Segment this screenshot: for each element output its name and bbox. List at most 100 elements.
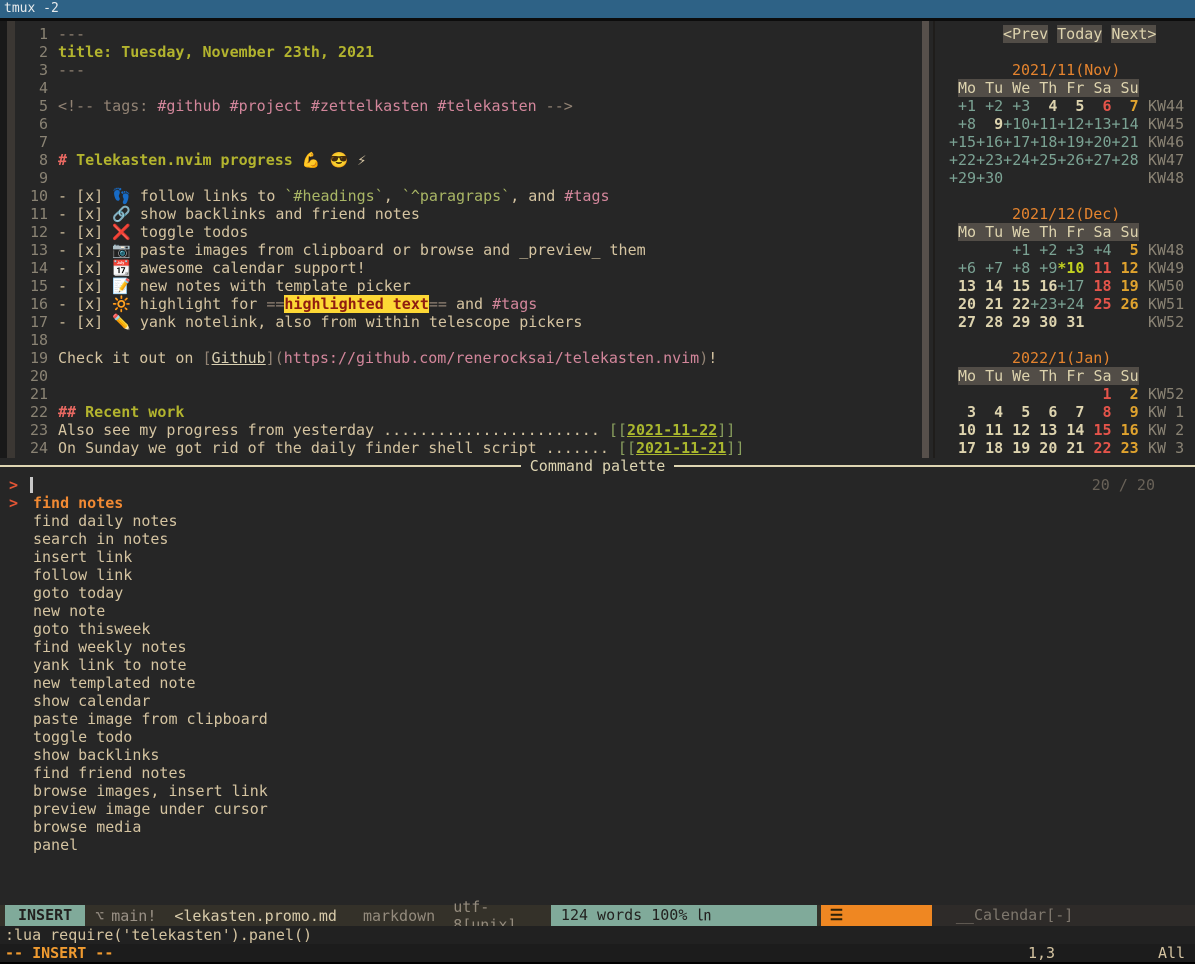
editor-line[interactable]: 12- [x] ❌ toggle todos bbox=[0, 223, 920, 241]
line-number: 4 bbox=[0, 79, 48, 97]
calendar-week-row[interactable]: 20 21 22+23+24 25 26KW51 bbox=[949, 295, 1195, 313]
editor-line[interactable]: 5<!-- tags: #github #project #zettelkast… bbox=[0, 97, 920, 115]
calendar-week-row[interactable]: 10 11 12 13 14 15 16KW 2 bbox=[949, 421, 1195, 439]
calendar-window-status: __Calendar[-] bbox=[932, 905, 1195, 926]
text-segment: ]] bbox=[717, 421, 735, 439]
prev-button[interactable]: <Prev bbox=[1003, 25, 1048, 43]
calendar-week-row[interactable]: +22+23+24+25+26+27+28KW47 bbox=[949, 151, 1195, 169]
editor-line[interactable]: 24On Sunday we got rid of the daily find… bbox=[0, 439, 920, 457]
palette-item[interactable]: preview image under cursor bbox=[33, 800, 1133, 818]
palette-item[interactable]: panel bbox=[33, 836, 1133, 854]
editor-line[interactable]: 4 bbox=[0, 79, 920, 97]
editor-line[interactable]: 10- [x] 👣 follow links to `#headings`, `… bbox=[0, 187, 920, 205]
text-segment bbox=[1084, 277, 1093, 295]
palette-prompt-row[interactable]: > 20 / 20 bbox=[0, 476, 1195, 494]
calendar-week-row[interactable]: 13 14 15 16+17 18 19KW50 bbox=[949, 277, 1195, 295]
text-segment: - [x] bbox=[58, 223, 112, 241]
palette-item[interactable]: yank link to note bbox=[33, 656, 1133, 674]
line-number: 8 bbox=[0, 151, 48, 169]
calendar-week-row[interactable]: +29+30KW48 bbox=[949, 169, 1195, 187]
emoji-icon: 🔆 bbox=[112, 295, 131, 313]
command-palette-border: Command palette bbox=[0, 458, 1195, 474]
editor-line[interactable]: 3--- bbox=[0, 61, 920, 79]
palette-item[interactable]: browse images, insert link bbox=[33, 782, 1133, 800]
text-segment: 9 bbox=[976, 115, 1003, 133]
calendar-week-row[interactable]: +15+16+17+18+19+20+21KW46 bbox=[949, 133, 1195, 151]
palette-item[interactable]: new templated note bbox=[33, 674, 1133, 692]
editor-line[interactable]: 1--- bbox=[0, 25, 920, 43]
editor-line[interactable]: 15- [x] 📝 new notes with template picker bbox=[0, 277, 920, 295]
editor-scrollbar[interactable] bbox=[922, 21, 929, 458]
editor-line[interactable]: 23Also see my progress from yesterday ..… bbox=[0, 421, 920, 439]
palette-item[interactable]: show backlinks bbox=[33, 746, 1133, 764]
calendar-week-row[interactable]: 27 28 29 30 31KW52 bbox=[949, 313, 1195, 331]
text-segment: , bbox=[384, 187, 402, 205]
text-segment: 6 bbox=[1084, 97, 1111, 115]
palette-item[interactable]: insert link bbox=[33, 548, 1133, 566]
line-text: title: Tuesday, November 23th, 2021 bbox=[58, 43, 374, 61]
prompt-caret-icon: > bbox=[9, 476, 18, 494]
palette-item[interactable]: toggle todo bbox=[33, 728, 1133, 746]
line-number: 16 bbox=[0, 295, 48, 313]
editor-line[interactable]: 9 bbox=[0, 169, 920, 187]
calendar-week-row[interactable]: 1 2KW52 bbox=[949, 385, 1195, 403]
text-segment: 19 bbox=[1121, 277, 1139, 295]
line-number: 22 bbox=[0, 403, 48, 421]
text-segment: +1 +2 +3 bbox=[949, 97, 1030, 115]
editor-line[interactable]: 8 # Telekasten.nvim progress 💪 😎 ⚡ bbox=[0, 151, 920, 169]
editor-line[interactable]: 7 bbox=[0, 133, 920, 151]
text-segment: 3 4 5 6 7 bbox=[949, 403, 1084, 421]
today-button[interactable]: Today bbox=[1057, 25, 1102, 43]
editor-line[interactable]: 19Check it out on [Github](https://githu… bbox=[0, 349, 920, 367]
editor-line[interactable]: 22## Recent work bbox=[0, 403, 920, 421]
editor-line[interactable]: 18 bbox=[0, 331, 920, 349]
editor-line[interactable]: 21 bbox=[0, 385, 920, 403]
palette-item[interactable]: find friend notes bbox=[33, 764, 1133, 782]
text-segment: highlighted text bbox=[284, 295, 429, 313]
text-segment: 8 bbox=[1084, 403, 1111, 421]
palette-item[interactable]: follow link bbox=[33, 566, 1133, 584]
palette-item[interactable]: search in notes bbox=[33, 530, 1133, 548]
text-segment: +8 bbox=[949, 115, 976, 133]
palette-item-selected[interactable]: > find notes bbox=[0, 494, 1195, 512]
palette-item[interactable]: new note bbox=[33, 602, 1133, 620]
text-segment: 4 5 bbox=[1030, 97, 1084, 115]
palette-item[interactable]: browse media bbox=[33, 818, 1133, 836]
palette-item[interactable]: find daily notes bbox=[33, 512, 1133, 530]
text-segment: 13 14 15 16 bbox=[949, 277, 1057, 295]
emoji-icon: 💪 😎 ⚡ bbox=[302, 151, 366, 169]
line-text: # Telekasten.nvim progress 💪 😎 ⚡ bbox=[58, 151, 366, 169]
text-segment: 15 bbox=[1084, 421, 1111, 439]
text-segment: Github bbox=[212, 349, 266, 367]
text-segment bbox=[302, 97, 311, 115]
calendar-week-row[interactable]: 17 18 19 20 21 22 23KW 3 bbox=[949, 439, 1195, 457]
palette-item[interactable]: show calendar bbox=[33, 692, 1133, 710]
calendar-week-row[interactable]: +6 +7 +8 +9*10 11 12KW49 bbox=[949, 259, 1195, 277]
text-segment: - [x] bbox=[58, 295, 112, 313]
calendar-week-row[interactable]: +1 +2 +3 +4 5KW48 bbox=[949, 241, 1195, 259]
editor-line[interactable]: 13- [x] 📷 paste images from clipboard or… bbox=[0, 241, 920, 259]
text-segment: 7 bbox=[1112, 97, 1139, 115]
palette-item[interactable]: goto today bbox=[33, 584, 1133, 602]
editor-line[interactable]: 11- [x] 🔗 show backlinks and friend note… bbox=[0, 205, 920, 223]
calendar-week-row[interactable]: 3 4 5 6 7 8 9KW 1 bbox=[949, 403, 1195, 421]
calendar-week-number: KW 2 bbox=[1148, 421, 1184, 439]
emoji-icon: 📝 bbox=[112, 277, 131, 295]
editor-line[interactable]: 20 bbox=[0, 367, 920, 385]
next-button[interactable]: Next> bbox=[1111, 25, 1156, 43]
line-text: - [x] ✏️ yank notelink, also from within… bbox=[58, 313, 582, 331]
calendar-week-row[interactable]: +1 +2 +3 4 5 6 7KW44 bbox=[949, 97, 1195, 115]
palette-item[interactable]: goto thisweek bbox=[33, 620, 1133, 638]
editor-line[interactable]: 16- [x] 🔆 highlight for ==highlighted te… bbox=[0, 295, 920, 313]
palette-item[interactable]: paste image from clipboard bbox=[33, 710, 1133, 728]
editor-line[interactable]: 17- [x] ✏️ yank notelink, also from with… bbox=[0, 313, 920, 331]
filename-label: <lekasten.promo.md bbox=[174, 907, 337, 925]
editor-line[interactable]: 14- [x] 📆 awesome calendar support! bbox=[0, 259, 920, 277]
calendar-week-row[interactable]: +8 9+10+11+12+13+14KW45 bbox=[949, 115, 1195, 133]
editor-line[interactable]: 6 bbox=[0, 115, 920, 133]
command-line[interactable]: :lua require('telekasten').panel() bbox=[0, 926, 1195, 944]
palette-item[interactable]: find weekly notes bbox=[33, 638, 1133, 656]
editor-line[interactable]: 2title: Tuesday, November 23th, 2021 bbox=[0, 43, 920, 61]
text-segment: 2021-11-22 bbox=[627, 421, 717, 439]
emoji-icon: 🔗 bbox=[112, 205, 131, 223]
